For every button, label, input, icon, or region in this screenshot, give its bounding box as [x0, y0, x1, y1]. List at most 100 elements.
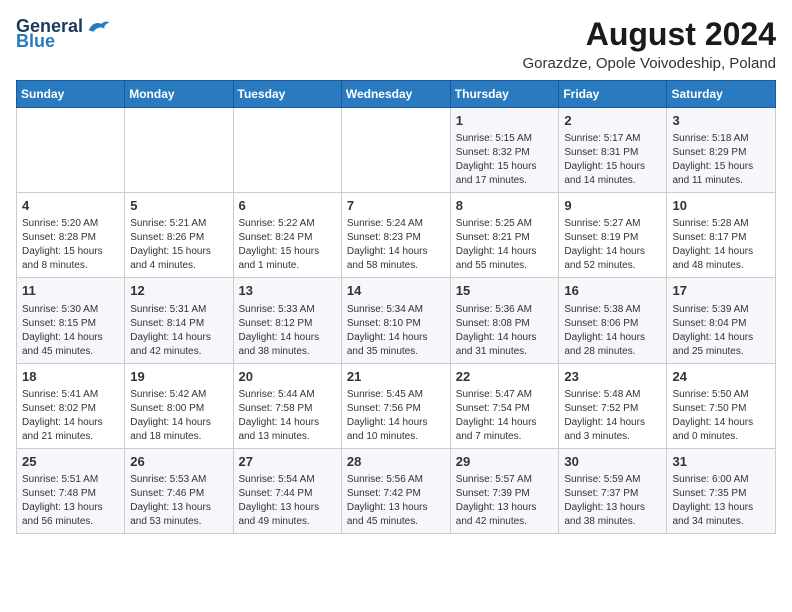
day-number: 23 [564, 368, 661, 386]
day-info: Sunrise: 5:57 AM [456, 473, 554, 487]
day-info: Sunset: 7:52 PM [564, 402, 661, 416]
calendar-cell [233, 108, 341, 193]
day-info: Daylight: 14 hours and 38 minutes. [239, 331, 336, 359]
day-info: Daylight: 14 hours and 0 minutes. [672, 416, 770, 444]
day-of-week-header: Saturday [667, 81, 776, 108]
day-info: Sunset: 7:56 PM [347, 402, 445, 416]
day-number: 28 [347, 453, 445, 471]
day-info: Sunset: 7:35 PM [672, 487, 770, 501]
day-info: Sunrise: 5:59 AM [564, 473, 661, 487]
calendar-cell: 21Sunrise: 5:45 AMSunset: 7:56 PMDayligh… [341, 363, 450, 448]
calendar-cell: 16Sunrise: 5:38 AMSunset: 8:06 PMDayligh… [559, 278, 667, 363]
day-info: Sunset: 8:15 PM [22, 317, 119, 331]
day-number: 7 [347, 197, 445, 215]
day-info: Daylight: 15 hours and 17 minutes. [456, 160, 554, 188]
calendar-cell: 7Sunrise: 5:24 AMSunset: 8:23 PMDaylight… [341, 193, 450, 278]
day-number: 18 [22, 368, 119, 386]
day-info: Daylight: 15 hours and 11 minutes. [672, 160, 770, 188]
day-number: 24 [672, 368, 770, 386]
calendar-week-row: 11Sunrise: 5:30 AMSunset: 8:15 PMDayligh… [17, 278, 776, 363]
day-info: Sunset: 8:29 PM [672, 146, 770, 160]
day-info: Daylight: 15 hours and 8 minutes. [22, 245, 119, 273]
day-info: Sunset: 8:06 PM [564, 317, 661, 331]
day-info: Sunrise: 5:56 AM [347, 473, 445, 487]
day-info: Daylight: 14 hours and 35 minutes. [347, 331, 445, 359]
day-number: 27 [239, 453, 336, 471]
day-info: Sunset: 7:37 PM [564, 487, 661, 501]
calendar-cell: 30Sunrise: 5:59 AMSunset: 7:37 PMDayligh… [559, 448, 667, 533]
day-info: Daylight: 13 hours and 38 minutes. [564, 501, 661, 529]
day-info: Sunrise: 5:54 AM [239, 473, 336, 487]
calendar-cell: 19Sunrise: 5:42 AMSunset: 8:00 PMDayligh… [125, 363, 233, 448]
logo-blue-text: Blue [16, 31, 55, 52]
day-info: Sunrise: 5:27 AM [564, 217, 661, 231]
calendar-cell: 22Sunrise: 5:47 AMSunset: 7:54 PMDayligh… [450, 363, 559, 448]
calendar-cell: 6Sunrise: 5:22 AMSunset: 8:24 PMDaylight… [233, 193, 341, 278]
day-number: 26 [130, 453, 227, 471]
day-info: Daylight: 14 hours and 58 minutes. [347, 245, 445, 273]
day-of-week-header: Tuesday [233, 81, 341, 108]
calendar-cell: 27Sunrise: 5:54 AMSunset: 7:44 PMDayligh… [233, 448, 341, 533]
day-number: 13 [239, 282, 336, 300]
day-info: Sunset: 8:02 PM [22, 402, 119, 416]
calendar-cell: 8Sunrise: 5:25 AMSunset: 8:21 PMDaylight… [450, 193, 559, 278]
day-number: 1 [456, 112, 554, 130]
day-of-week-header: Wednesday [341, 81, 450, 108]
day-info: Sunrise: 5:22 AM [239, 217, 336, 231]
day-number: 21 [347, 368, 445, 386]
day-number: 22 [456, 368, 554, 386]
calendar-cell: 10Sunrise: 5:28 AMSunset: 8:17 PMDayligh… [667, 193, 776, 278]
calendar-cell: 13Sunrise: 5:33 AMSunset: 8:12 PMDayligh… [233, 278, 341, 363]
day-info: Sunrise: 5:18 AM [672, 132, 770, 146]
day-number: 4 [22, 197, 119, 215]
day-info: Daylight: 14 hours and 7 minutes. [456, 416, 554, 444]
page-header: General Blue August 2024 Gorazdze, Opole… [16, 16, 776, 72]
calendar-cell: 14Sunrise: 5:34 AMSunset: 8:10 PMDayligh… [341, 278, 450, 363]
calendar-cell: 12Sunrise: 5:31 AMSunset: 8:14 PMDayligh… [125, 278, 233, 363]
day-info: Sunrise: 5:50 AM [672, 388, 770, 402]
day-of-week-header: Friday [559, 81, 667, 108]
day-number: 17 [672, 282, 770, 300]
day-number: 10 [672, 197, 770, 215]
day-number: 14 [347, 282, 445, 300]
day-info: Sunset: 8:10 PM [347, 317, 445, 331]
day-info: Sunset: 8:14 PM [130, 317, 227, 331]
day-number: 5 [130, 197, 227, 215]
day-info: Sunrise: 5:25 AM [456, 217, 554, 231]
day-info: Daylight: 14 hours and 21 minutes. [22, 416, 119, 444]
calendar-cell: 5Sunrise: 5:21 AMSunset: 8:26 PMDaylight… [125, 193, 233, 278]
day-info: Sunset: 7:42 PM [347, 487, 445, 501]
day-info: Daylight: 13 hours and 34 minutes. [672, 501, 770, 529]
day-info: Daylight: 14 hours and 45 minutes. [22, 331, 119, 359]
day-info: Daylight: 15 hours and 14 minutes. [564, 160, 661, 188]
day-number: 15 [456, 282, 554, 300]
day-info: Sunrise: 5:47 AM [456, 388, 554, 402]
calendar-cell: 25Sunrise: 5:51 AMSunset: 7:48 PMDayligh… [17, 448, 125, 533]
day-number: 19 [130, 368, 227, 386]
day-info: Daylight: 13 hours and 53 minutes. [130, 501, 227, 529]
day-info: Daylight: 13 hours and 42 minutes. [456, 501, 554, 529]
calendar-cell: 15Sunrise: 5:36 AMSunset: 8:08 PMDayligh… [450, 278, 559, 363]
day-number: 2 [564, 112, 661, 130]
day-info: Daylight: 14 hours and 52 minutes. [564, 245, 661, 273]
day-number: 11 [22, 282, 119, 300]
day-info: Sunset: 8:04 PM [672, 317, 770, 331]
day-info: Sunset: 7:39 PM [456, 487, 554, 501]
day-info: Daylight: 14 hours and 13 minutes. [239, 416, 336, 444]
calendar-cell: 2Sunrise: 5:17 AMSunset: 8:31 PMDaylight… [559, 108, 667, 193]
calendar-week-row: 4Sunrise: 5:20 AMSunset: 8:28 PMDaylight… [17, 193, 776, 278]
page-title: August 2024 [523, 16, 777, 53]
day-info: Sunrise: 5:21 AM [130, 217, 227, 231]
day-info: Sunrise: 5:20 AM [22, 217, 119, 231]
calendar-cell: 20Sunrise: 5:44 AMSunset: 7:58 PMDayligh… [233, 363, 341, 448]
calendar-cell: 11Sunrise: 5:30 AMSunset: 8:15 PMDayligh… [17, 278, 125, 363]
day-info: Sunset: 8:21 PM [456, 231, 554, 245]
day-info: Sunrise: 5:44 AM [239, 388, 336, 402]
calendar-week-row: 1Sunrise: 5:15 AMSunset: 8:32 PMDaylight… [17, 108, 776, 193]
day-info: Daylight: 14 hours and 3 minutes. [564, 416, 661, 444]
calendar-cell: 24Sunrise: 5:50 AMSunset: 7:50 PMDayligh… [667, 363, 776, 448]
day-info: Daylight: 13 hours and 56 minutes. [22, 501, 119, 529]
day-number: 3 [672, 112, 770, 130]
day-info: Sunrise: 5:33 AM [239, 303, 336, 317]
day-info: Daylight: 14 hours and 31 minutes. [456, 331, 554, 359]
